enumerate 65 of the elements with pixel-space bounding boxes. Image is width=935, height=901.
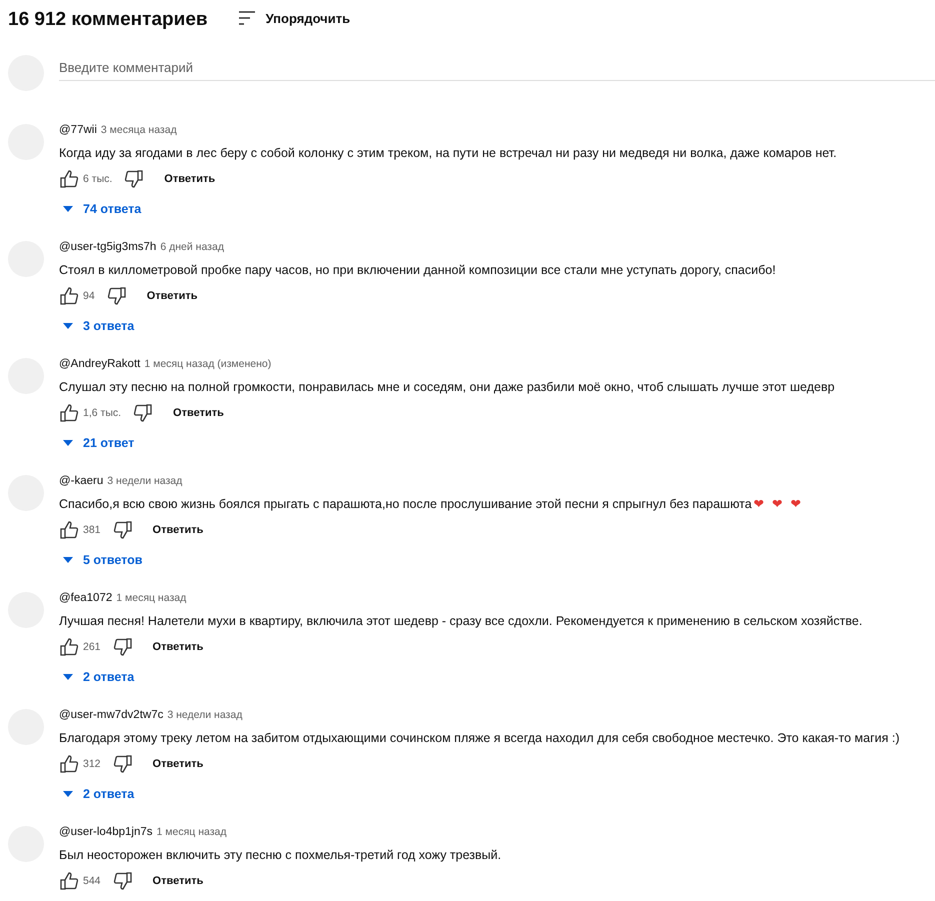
author-name[interactable]: @user-mw7dv2tw7c bbox=[59, 709, 164, 721]
sort-icon bbox=[238, 11, 256, 25]
reply-button[interactable]: Ответить bbox=[165, 405, 232, 421]
author-name[interactable]: @AndreyRakott bbox=[59, 358, 140, 370]
replies-toggle[interactable]: 3 ответа bbox=[59, 317, 138, 335]
replies-toggle[interactable]: 74 ответа bbox=[59, 200, 146, 218]
thumbs-up-icon[interactable] bbox=[59, 754, 79, 774]
heart-emoji: ❤ ❤ ❤ bbox=[754, 497, 804, 511]
thumbs-up-icon[interactable] bbox=[59, 169, 79, 189]
reply-button[interactable]: Ответить bbox=[144, 756, 212, 772]
author-name[interactable]: @77wii bbox=[59, 124, 97, 136]
replies-toggle[interactable]: 21 ответ bbox=[59, 434, 138, 452]
thumbs-up-icon[interactable] bbox=[59, 403, 79, 423]
like-count: 6 тыс. bbox=[83, 173, 112, 185]
comment-count: 16 912 комментариев bbox=[8, 9, 208, 31]
comment-text: Стоял в киллометровой пробке пару часов, но при включении данной композиции все стали мне уступать дорогу, спасибо! bbox=[59, 263, 776, 277]
author-name[interactable]: @fea1072 bbox=[59, 592, 112, 604]
comment-time: 1 месяц назад bbox=[156, 826, 226, 838]
like-count: 381 bbox=[83, 524, 101, 536]
comment-text: Слушал эту песню на полной громкости, понравилась мне и соседям, они даже разбили моё окно, чтоб слышать лучше этот шедевр bbox=[59, 380, 835, 394]
comment-time: 3 месяца назад bbox=[100, 124, 177, 136]
thumbs-down-icon[interactable] bbox=[112, 871, 133, 891]
thumbs-down-icon[interactable] bbox=[112, 520, 133, 540]
reply-button[interactable]: Ответить bbox=[156, 171, 224, 187]
author-name[interactable]: @-kaeru bbox=[59, 475, 104, 487]
caret-icon bbox=[63, 440, 73, 446]
reply-button[interactable]: Ответить bbox=[144, 522, 212, 538]
comment-text: Спасибо,я всю свою жизнь боялся прыгать с парашюта,но после прослушивание этой песни я спрыгнул без парашюта bbox=[59, 497, 752, 511]
comment-text: Был неосторожен включить эту песню с похмелья-третий год хожу трезвый. bbox=[59, 848, 502, 862]
like-count: 312 bbox=[83, 758, 101, 770]
comment-time: 3 недели назад bbox=[167, 709, 242, 721]
caret-icon bbox=[63, 323, 73, 329]
reply-button[interactable]: Ответить bbox=[144, 639, 212, 655]
thumbs-up-icon[interactable] bbox=[59, 520, 79, 540]
comment-text: Благодаря этому треку летом на забитом отдыхающими сочинском пляже я всегда находил для себя свободное местечко. Это какая-то магия :) bbox=[59, 731, 900, 745]
replies-toggle[interactable]: 2 ответа bbox=[59, 785, 138, 803]
caret-icon bbox=[63, 674, 73, 680]
reply-button[interactable]: Ответить bbox=[138, 288, 206, 304]
comment-time: 3 недели назад bbox=[107, 475, 182, 487]
replies-toggle[interactable]: 2 ответа bbox=[59, 668, 138, 686]
thumbs-up-icon[interactable] bbox=[59, 286, 79, 306]
reply-button[interactable]: Ответить bbox=[144, 873, 212, 889]
sort-button[interactable]: Упорядочить bbox=[238, 10, 350, 30]
thumbs-down-icon[interactable] bbox=[106, 286, 127, 306]
thumbs-down-icon[interactable] bbox=[112, 637, 133, 657]
comment-time: 6 дней назад bbox=[160, 241, 224, 253]
author-name[interactable]: @user-tg5ig3ms7h bbox=[59, 241, 156, 253]
like-count: 1,6 тыс. bbox=[83, 407, 122, 419]
like-count: 94 bbox=[83, 290, 95, 302]
thumbs-down-icon[interactable] bbox=[112, 754, 133, 774]
caret-icon bbox=[63, 206, 73, 212]
thumbs-up-icon[interactable] bbox=[59, 871, 79, 891]
thumbs-down-icon[interactable] bbox=[133, 403, 154, 423]
author-name[interactable]: @user-lo4bp1jn7s bbox=[59, 826, 153, 838]
caret-icon bbox=[63, 791, 73, 797]
thumbs-up-icon[interactable] bbox=[59, 637, 79, 657]
comment-text: Лучшая песня! Налетели мухи в квартиру, включила этот шедевр - сразу все сдохли. Рекомендуется к применению в сельском хозяйстве. bbox=[59, 614, 862, 628]
caret-icon bbox=[63, 557, 73, 563]
comment-time: 1 месяц назад bbox=[116, 592, 186, 604]
comment-text: Когда иду за ягодами в лес беру с собой колонку с этим треком, на пути не встречал ни разу ни медведя ни волка, даже комаров нет. bbox=[59, 146, 837, 160]
comment-time: 1 месяц назад (изменено) bbox=[144, 358, 272, 370]
thumbs-down-icon[interactable] bbox=[124, 169, 144, 189]
like-count: 261 bbox=[83, 641, 101, 653]
like-count: 544 bbox=[83, 875, 101, 887]
replies-toggle[interactable]: 5 ответов bbox=[59, 551, 146, 569]
